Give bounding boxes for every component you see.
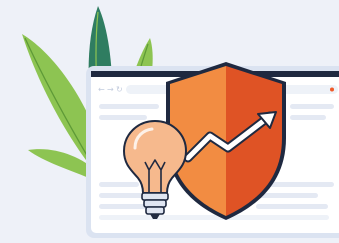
- address-bar-dot-icon: [330, 87, 334, 92]
- bulb-base-ring: [141, 192, 169, 201]
- refresh-icon: ↻: [116, 85, 123, 94]
- illustration: ← → ↻: [0, 0, 339, 243]
- forward-arrow-icon: →: [107, 85, 114, 94]
- illustration-canvas: ← → ↻: [22, 6, 339, 238]
- back-arrow-icon: ←: [98, 85, 105, 94]
- bulb-base-ring: [145, 206, 165, 215]
- bulb-base-ring: [143, 199, 167, 208]
